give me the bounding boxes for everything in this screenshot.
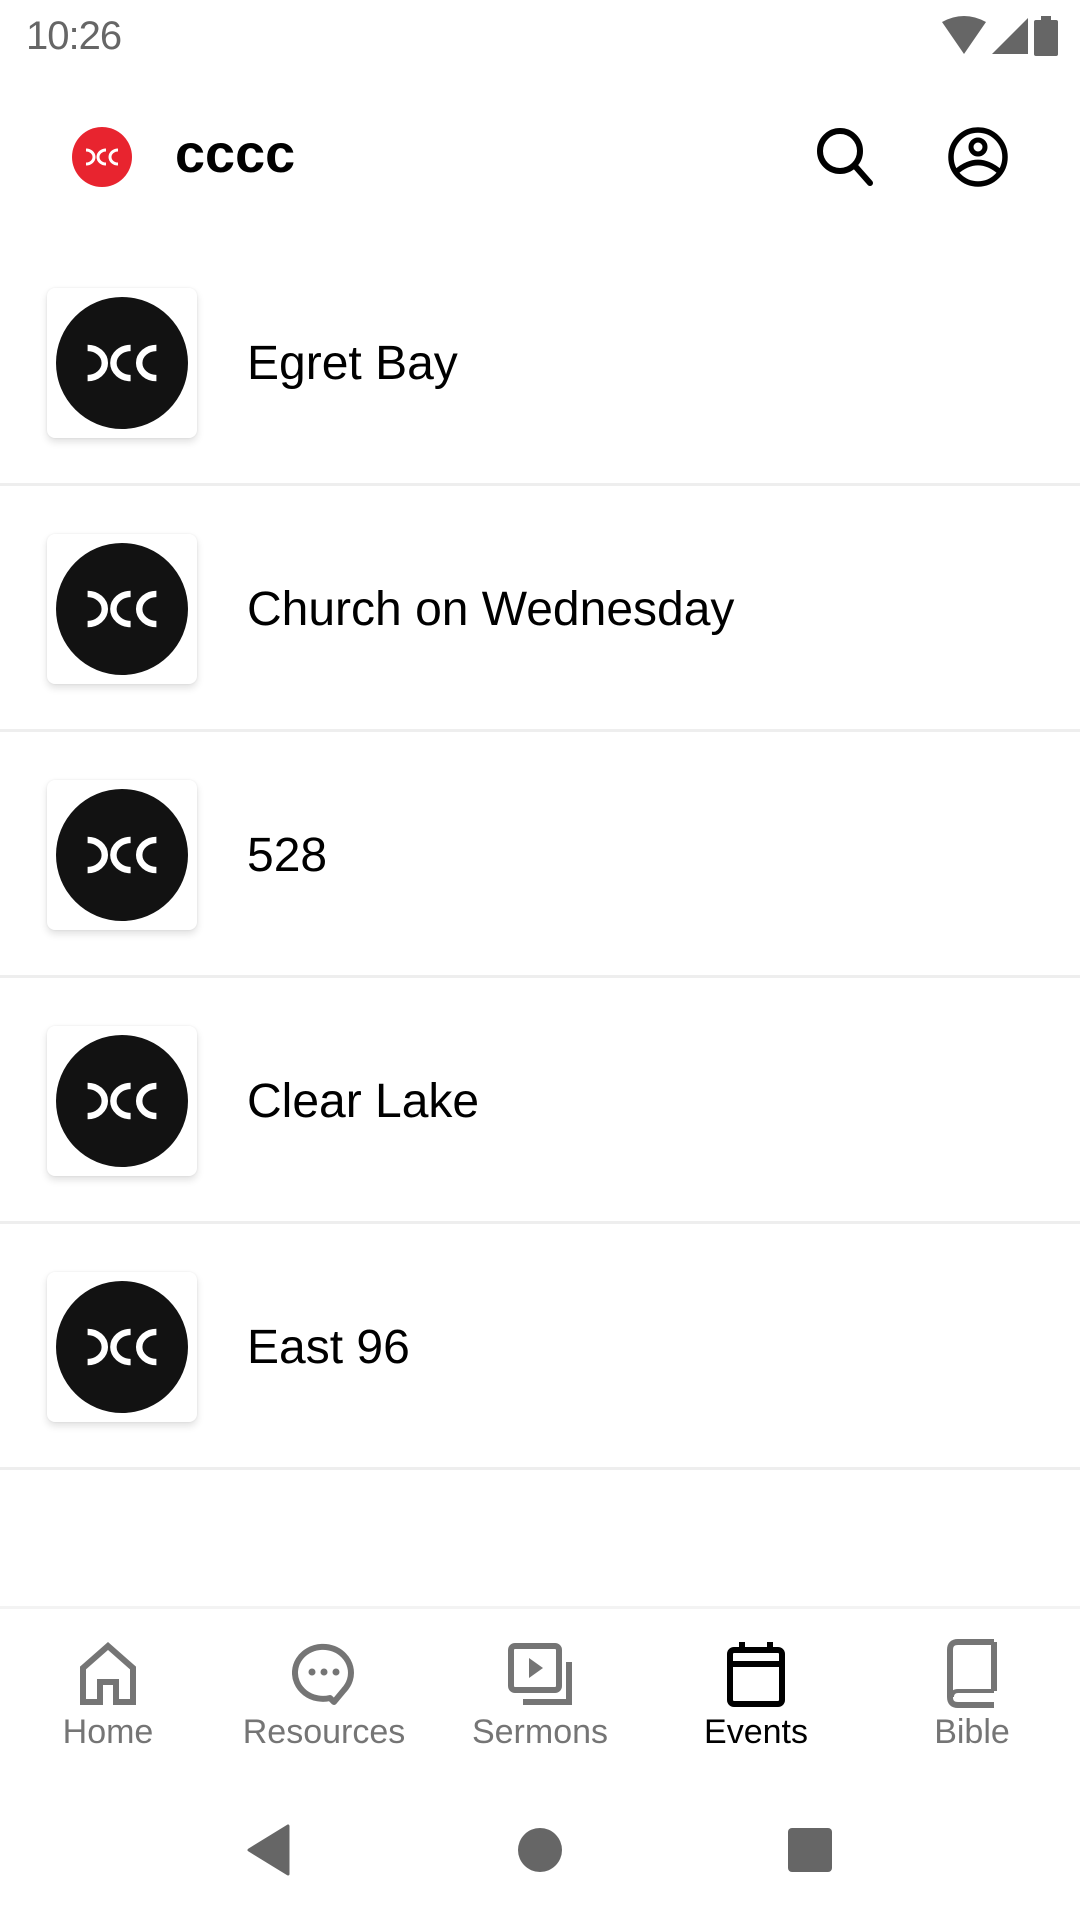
church-logo-icon (87, 836, 157, 874)
list-item[interactable]: Church on Wednesday (0, 486, 1080, 732)
tab-label: Home (62, 1713, 154, 1751)
tab-resources[interactable]: Resources (216, 1609, 432, 1756)
church-logo-icon (87, 590, 157, 628)
search-button[interactable] (806, 117, 886, 197)
search-icon (817, 128, 873, 186)
recents-square-icon (788, 1828, 832, 1872)
home-circle-icon (518, 1828, 562, 1872)
list-item[interactable]: 528 (0, 732, 1080, 978)
app-logo (72, 127, 132, 187)
bottom-nav: Home Resources Sermons Events Bible (0, 1606, 1080, 1756)
tab-label: Events (704, 1713, 808, 1751)
signal-icon (992, 18, 1028, 54)
account-circle-icon (948, 127, 1008, 187)
system-home-button[interactable] (500, 1810, 580, 1890)
tab-label: Bible (934, 1713, 1010, 1751)
item-label: Clear Lake (247, 1075, 480, 1128)
item-label: Egret Bay (247, 337, 458, 390)
list-item[interactable]: Egret Bay (0, 240, 1080, 486)
tab-events[interactable]: Events (648, 1609, 864, 1756)
chat-bubble-icon (292, 1643, 354, 1705)
system-back-button[interactable] (228, 1810, 308, 1890)
app-title: cccc (175, 124, 296, 184)
church-logo-icon (87, 1082, 157, 1120)
item-label: 528 (247, 829, 328, 882)
status-icons (942, 16, 1058, 56)
app-bar: cccc (0, 95, 1080, 220)
item-thumbnail (47, 288, 197, 438)
item-thumbnail (47, 780, 197, 930)
wifi-icon (942, 16, 986, 54)
item-thumbnail (47, 534, 197, 684)
battery-icon (1034, 16, 1058, 56)
book-icon (947, 1639, 997, 1708)
video-library-icon (508, 1643, 572, 1705)
tab-home[interactable]: Home (0, 1609, 216, 1756)
tab-sermons[interactable]: Sermons (432, 1609, 648, 1756)
calendar-icon (727, 1642, 785, 1707)
status-bar: 10:26 (0, 0, 1080, 75)
item-label: East 96 (247, 1321, 410, 1374)
church-logo-icon (87, 344, 157, 382)
system-recents-button[interactable] (770, 1810, 850, 1890)
list-item[interactable]: Clear Lake (0, 978, 1080, 1224)
location-list: Egret Bay Church on Wednesday 528 Clear … (0, 240, 1080, 1470)
system-nav-bar (0, 1770, 1080, 1920)
back-triangle-icon (247, 1824, 290, 1876)
status-time: 10:26 (26, 14, 122, 58)
church-logo-icon (87, 1328, 157, 1366)
list-item[interactable]: East 96 (0, 1224, 1080, 1470)
item-thumbnail (47, 1272, 197, 1422)
tab-label: Sermons (471, 1713, 609, 1751)
item-thumbnail (47, 1026, 197, 1176)
tab-label: Resources (242, 1713, 406, 1751)
item-label: Church on Wednesday (247, 583, 735, 636)
profile-button[interactable] (938, 117, 1018, 197)
church-logo-icon (85, 148, 119, 166)
tab-bible[interactable]: Bible (864, 1609, 1080, 1756)
home-icon (80, 1642, 136, 1705)
